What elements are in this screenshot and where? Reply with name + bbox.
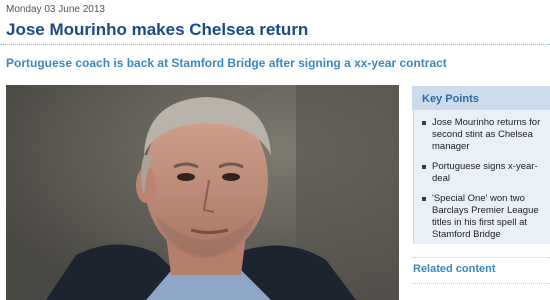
key-points-title: Key Points xyxy=(422,93,479,105)
article-photo xyxy=(6,85,399,300)
key-points-header: Key Points xyxy=(412,86,550,110)
article-headline: Jose Mourinho makes Chelsea return xyxy=(6,20,309,39)
key-point-item: 'Special One' won two Barclays Premier L… xyxy=(418,193,548,241)
article-subheadline: Portuguese coach is back at Stamford Bri… xyxy=(6,56,447,70)
key-point-item: Jose Mourinho returns for second stint a… xyxy=(418,117,548,153)
related-divider-bottom xyxy=(412,283,550,284)
related-divider-top xyxy=(412,257,550,258)
portrait-illustration xyxy=(6,85,399,300)
related-content-link[interactable]: Related content xyxy=(413,263,496,275)
header-divider xyxy=(0,44,550,45)
key-points-list: Jose Mourinho returns for second stint a… xyxy=(418,117,548,249)
article-date: Monday 03 June 2013 xyxy=(6,4,105,15)
key-point-item: Portuguese signs x-year-deal xyxy=(418,161,548,185)
